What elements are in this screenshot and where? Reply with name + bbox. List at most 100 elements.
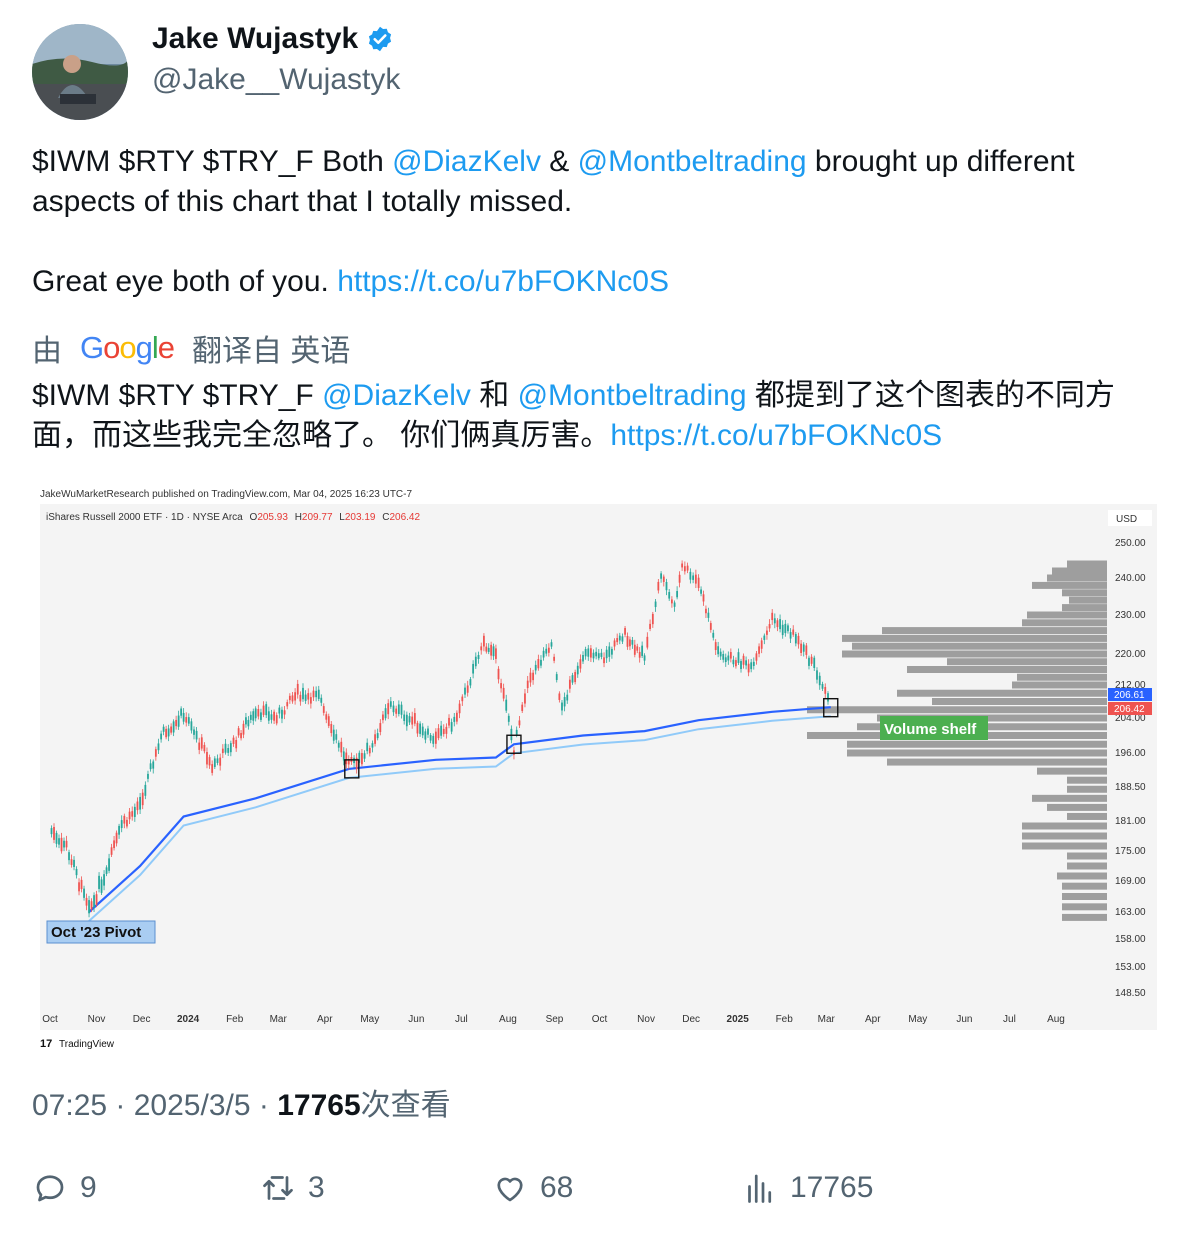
avatar[interactable] (32, 24, 128, 120)
symbol-line: iShares Russell 2000 ETF · 1D · NYSE Arc… (46, 512, 420, 523)
candle-body (294, 692, 297, 701)
candle-body (267, 711, 270, 721)
like-button[interactable]: 68 (492, 1166, 573, 1210)
candle-body (566, 694, 569, 701)
tweet-time[interactable]: 07:25 (32, 1089, 107, 1122)
tweet-url-link[interactable]: https://t.co/u7bFOKNc0S (337, 265, 669, 298)
x-tick-label: Dec (133, 1014, 151, 1025)
candle-body (103, 874, 105, 886)
candle-body (389, 701, 392, 707)
mention-link[interactable]: @DiazKelv (322, 379, 471, 412)
candle-body (429, 735, 432, 741)
candle-body (563, 697, 566, 707)
candle-body (492, 646, 495, 657)
pivot-annotation: Oct '23 Pivot (46, 920, 156, 944)
author-handle[interactable]: @Jake__Wujastyk (152, 63, 400, 97)
candle-body (340, 741, 343, 753)
mention-link[interactable]: @Montbeltrading (518, 379, 747, 412)
svg-text:206.61: 206.61 (1114, 690, 1145, 701)
volume-profile-bar (887, 758, 1107, 766)
candle-body (700, 589, 702, 594)
verified-badge-icon (369, 26, 392, 52)
candle-body (98, 875, 100, 889)
candle-body (88, 900, 90, 914)
candle-body (320, 697, 323, 703)
candle-body (448, 717, 450, 726)
y-tick-label: 188.50 (1115, 782, 1146, 793)
candle-body (403, 714, 406, 721)
x-tick-label: 2024 (177, 1014, 200, 1025)
candle-body (821, 684, 824, 689)
tweet-url-link[interactable]: https://t.co/u7bFOKNc0S (610, 419, 942, 452)
mention-link[interactable]: @DiazKelv (392, 145, 541, 178)
candle-body (824, 686, 827, 694)
translation-attribution[interactable]: 由 Google 翻译自 英语 (32, 328, 350, 368)
translated-segment: $IWM $RTY $TRY_F (32, 379, 323, 412)
candle-body (123, 815, 126, 824)
volume-profile-bar (1067, 862, 1107, 870)
candle-body (474, 656, 477, 667)
mention-link[interactable]: @Montbeltrading (578, 145, 807, 178)
retweet-button[interactable]: 3 (260, 1166, 325, 1210)
candle-body (315, 690, 318, 698)
publisher-line: JakeWuMarketResearch published on Tradin… (40, 489, 412, 500)
candle-body (200, 737, 203, 749)
candle-body (90, 901, 93, 910)
views-button[interactable]: 17765 (742, 1166, 873, 1210)
candle-body (221, 748, 224, 754)
tweet-image-chart[interactable]: JakeWuMarketResearch published on Tradin… (32, 480, 1165, 1058)
candle-body (337, 742, 340, 748)
candle-body (760, 640, 763, 649)
candle-body (254, 708, 257, 719)
candle-body (55, 832, 58, 844)
author-name-row[interactable]: Jake Wujastyk (152, 22, 394, 56)
heart-icon (497, 1177, 523, 1202)
candle-body (203, 744, 206, 752)
x-tick-label: Dec (682, 1014, 700, 1025)
candle-body (304, 694, 307, 701)
candle-body (332, 729, 335, 741)
candle-body (115, 832, 118, 844)
candle-body (128, 811, 131, 820)
candle-body (167, 728, 170, 737)
candle-body (252, 711, 255, 721)
candle-body (768, 624, 771, 629)
candle-body (709, 623, 712, 630)
candle-body (400, 704, 403, 715)
candle-body (165, 728, 168, 738)
y-tick-label: 148.50 (1115, 988, 1146, 999)
candle-body (636, 646, 639, 651)
candle-body (574, 672, 577, 683)
candle-body (787, 625, 789, 632)
candle-body (70, 859, 73, 865)
candle-body (105, 867, 108, 874)
candle-body (219, 757, 222, 766)
volume-shelf-annotation: Volume shelf (880, 716, 988, 740)
candle-body (229, 743, 232, 753)
candle-body (722, 654, 725, 660)
candle-body (136, 801, 139, 811)
reply-button[interactable]: 9 (32, 1166, 97, 1210)
volume-profile-bar (1017, 673, 1107, 681)
candle-body (416, 722, 419, 734)
candle-body (724, 657, 727, 663)
tweet-date[interactable]: 2025/3/5 (134, 1089, 251, 1122)
candle-body (737, 652, 740, 663)
candle-body (237, 728, 240, 736)
action-bar: 9 3 68 17765 (32, 1166, 1172, 1210)
candle-body (149, 763, 152, 770)
candle-body (589, 648, 592, 658)
candle-body (507, 715, 510, 722)
candle-body (558, 693, 561, 700)
y-tick-label: 240.00 (1115, 573, 1146, 584)
author-name[interactable]: Jake Wujastyk (152, 22, 358, 56)
candle-body (405, 714, 408, 727)
candle-body (58, 838, 60, 845)
candle-body (368, 747, 371, 754)
reply-icon (36, 1175, 64, 1202)
candle-body (190, 721, 193, 731)
candle-body (729, 652, 732, 659)
candle-body (705, 608, 707, 614)
candle-body (595, 651, 598, 657)
candle-body (550, 642, 553, 647)
